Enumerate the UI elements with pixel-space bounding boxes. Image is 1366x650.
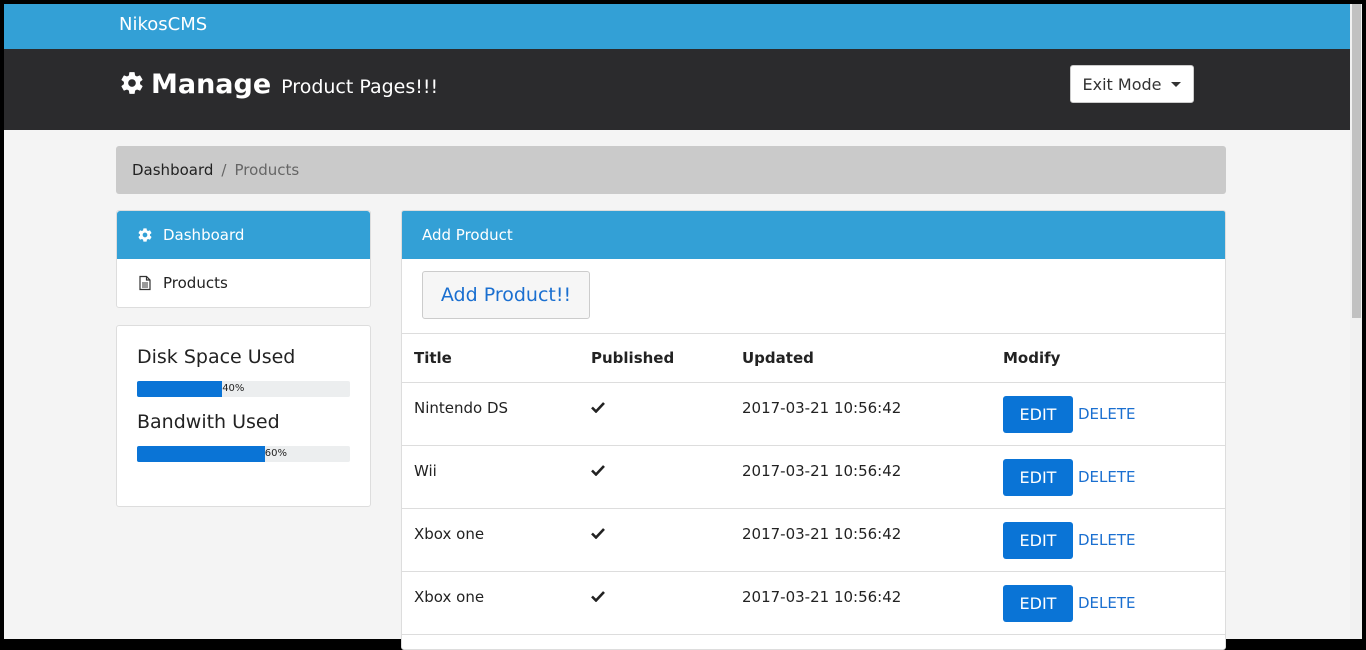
products-panel: Add Product Add Product!! Title Publishe…	[401, 210, 1226, 650]
published-cell	[579, 445, 730, 509]
sidebar-item-label: Dashboard	[163, 226, 245, 244]
checkmark-icon	[591, 525, 605, 540]
top-navbar: NikosCMS	[4, 4, 1350, 49]
column-header-published: Published	[579, 334, 730, 383]
published-cell	[579, 571, 730, 635]
product-title: Xbox one	[402, 508, 579, 572]
breadcrumb-dashboard-link[interactable]: Dashboard	[132, 161, 213, 179]
page-title: Manage Product Pages!!!	[119, 67, 438, 100]
breadcrumb-current: Products	[234, 161, 300, 179]
sidebar-item-products[interactable]: Products	[117, 259, 370, 307]
modify-cell: EDIT DELETE	[991, 571, 1225, 635]
product-title: Xbox one	[402, 571, 579, 635]
usage-stats-panel: Disk Space Used 40% Bandwith Used 60%	[116, 325, 371, 507]
breadcrumb: Dashboard / Products	[116, 146, 1226, 194]
checkmark-icon	[591, 588, 605, 603]
manage-subheading: Product Pages!!!	[281, 76, 439, 98]
modify-cell: EDIT DELETE	[991, 382, 1225, 446]
column-header-title: Title	[402, 334, 579, 383]
sidebar-item-dashboard[interactable]: Dashboard	[117, 211, 370, 259]
table-row: Xbox one 2017-03-21 10:56:42 EDIT DELETE	[402, 508, 1225, 572]
updated-date: 2017-03-21 10:56:42	[730, 571, 991, 635]
table-row: Nintendo DS 2017-03-21 10:56:42 EDIT DELE…	[402, 382, 1225, 446]
table-row: Wii 2017-03-21 10:56:42 EDIT DELETE	[402, 445, 1225, 509]
sidebar-nav: Dashboard Products	[116, 210, 371, 308]
bandwidth-progress: 60%	[137, 446, 350, 462]
disk-space-percent: 40%	[222, 383, 245, 394]
gear-icon	[137, 227, 153, 243]
table-header-row: Title Published Updated Modify	[402, 334, 1225, 383]
modify-cell: EDIT DELETE	[991, 445, 1225, 509]
edit-button[interactable]: EDIT	[1003, 584, 1073, 622]
published-cell	[579, 382, 730, 446]
modify-cell: EDIT DELETE	[991, 508, 1225, 572]
breadcrumb-separator: /	[221, 161, 227, 179]
window-border	[1362, 0, 1366, 639]
page-header: Manage Product Pages!!! Exit Mode	[4, 49, 1350, 130]
delete-link[interactable]: DELETE	[1078, 468, 1136, 486]
table-row: Xbox one 2017-03-21 10:56:42 EDIT DELETE	[402, 571, 1225, 635]
bandwidth-heading: Bandwith Used	[137, 411, 280, 433]
brand-link[interactable]: NikosCMS	[119, 14, 207, 35]
edit-button[interactable]: EDIT	[1003, 458, 1073, 496]
column-header-modify: Modify	[991, 334, 1225, 383]
exit-mode-label: Exit Mode	[1082, 74, 1162, 94]
disk-space-progress: 40%	[137, 381, 350, 397]
delete-link[interactable]: DELETE	[1078, 405, 1136, 423]
column-header-updated: Updated	[730, 334, 991, 383]
published-cell	[579, 508, 730, 572]
page-scrollbar[interactable]	[1350, 4, 1362, 639]
gear-icon	[119, 70, 145, 96]
updated-date: 2017-03-21 10:56:42	[730, 445, 991, 509]
delete-link[interactable]: DELETE	[1078, 531, 1136, 549]
delete-link[interactable]: DELETE	[1078, 594, 1136, 612]
caret-down-icon	[1171, 81, 1182, 87]
bandwidth-percent: 60%	[264, 448, 288, 459]
checkmark-icon	[591, 399, 605, 414]
panel-heading: Add Product	[402, 211, 1225, 259]
panel-body: Add Product!!	[402, 259, 1225, 334]
sidebar-item-label: Products	[163, 274, 228, 292]
products-table: Title Published Updated Modify Nintendo …	[402, 334, 1225, 635]
manage-heading: Manage	[151, 69, 272, 100]
product-title: Nintendo DS	[402, 382, 579, 446]
scrollbar-thumb[interactable]	[1352, 4, 1361, 318]
edit-button[interactable]: EDIT	[1003, 521, 1073, 559]
disk-space-heading: Disk Space Used	[137, 346, 296, 368]
disk-space-progress-fill	[137, 381, 223, 397]
add-product-button[interactable]: Add Product!!	[422, 271, 590, 319]
document-icon	[137, 275, 153, 291]
edit-button[interactable]: EDIT	[1003, 395, 1073, 433]
updated-date: 2017-03-21 10:56:42	[730, 508, 991, 572]
bandwidth-progress-fill	[137, 446, 265, 462]
updated-date: 2017-03-21 10:56:42	[730, 382, 991, 446]
checkmark-icon	[591, 462, 605, 477]
exit-mode-dropdown[interactable]: Exit Mode	[1070, 65, 1194, 103]
product-title: Wii	[402, 445, 579, 509]
